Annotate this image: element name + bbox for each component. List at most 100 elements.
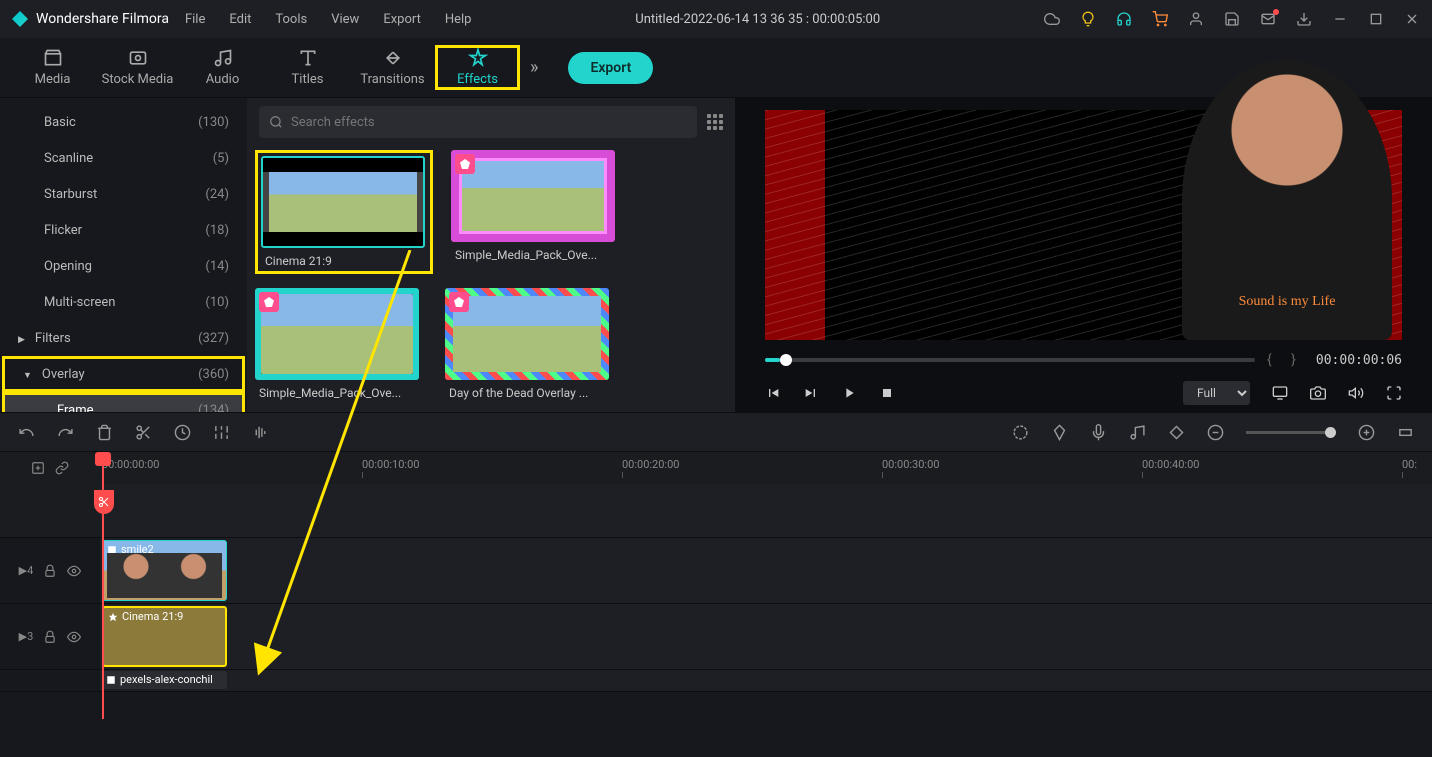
ruler-head	[0, 452, 100, 484]
zoom-out-icon[interactable]	[1207, 424, 1224, 441]
scrub-bar[interactable]	[765, 358, 1255, 362]
search-row	[247, 98, 735, 146]
tab-transitions[interactable]: Transitions	[350, 48, 435, 87]
sidebar-item-overlay[interactable]: ▼Overlay(360)	[2, 356, 245, 392]
sidebar-item-scanline[interactable]: Scanline(5)	[0, 140, 247, 176]
redo-icon[interactable]	[57, 424, 74, 441]
sidebar-item-basic[interactable]: Basic(130)	[0, 104, 247, 140]
clip-pexels[interactable]: pexels-alex-conchil	[102, 671, 227, 689]
clip-cinema-219[interactable]: Cinema 21:9	[102, 606, 227, 667]
clip-smile2[interactable]: smile2	[102, 540, 227, 601]
search-box[interactable]	[259, 106, 697, 138]
effects-browser: Cinema 21:9 Simple_Media_Pack_Ove... Sim…	[247, 98, 735, 412]
premium-icon	[259, 292, 279, 312]
display-icon[interactable]	[1272, 385, 1288, 401]
tab-effects[interactable]: Effects	[435, 45, 520, 90]
timeline-ruler[interactable]: 00:00:00:00 00:00:10:00 00:00:20:00 00:0…	[0, 452, 1432, 484]
lock-icon[interactable]	[43, 564, 57, 578]
effect-simple-media-2[interactable]: Simple_Media_Pack_Ove...	[255, 288, 427, 400]
sidebar-item-multiscreen[interactable]: Multi-screen(10)	[0, 284, 247, 320]
save-icon[interactable]	[1224, 11, 1240, 27]
sidebar-item-opening[interactable]: Opening(14)	[0, 248, 247, 284]
menu-help[interactable]: Help	[445, 12, 472, 27]
logo-icon	[12, 11, 28, 27]
mark-in-out-icon[interactable]: { }	[1267, 352, 1304, 368]
effect-simple-media-1[interactable]: Simple_Media_Pack_Ove...	[451, 150, 623, 274]
download-icon[interactable]	[1296, 11, 1312, 27]
zoom-slider[interactable]	[1246, 431, 1336, 434]
sidebar-item-filters[interactable]: ▶Filters(327)	[0, 320, 247, 356]
tab-titles[interactable]: Titles	[265, 48, 350, 87]
speed-icon[interactable]	[174, 424, 191, 441]
workspace: Basic(130) Scanline(5) Starburst(24) Fli…	[0, 98, 1432, 412]
audio-wave-icon[interactable]	[252, 424, 269, 441]
timeline: 00:00:00:00 00:00:10:00 00:00:20:00 00:0…	[0, 452, 1432, 719]
premium-icon	[449, 292, 469, 312]
menu-file[interactable]: File	[185, 12, 205, 27]
undo-icon[interactable]	[18, 424, 35, 441]
sidebar-item-flicker[interactable]: Flicker(18)	[0, 212, 247, 248]
close-icon[interactable]	[1404, 11, 1420, 27]
export-button[interactable]: Export	[568, 52, 653, 84]
preview-canvas[interactable]	[765, 110, 1402, 340]
zoom-in-icon[interactable]	[1358, 424, 1375, 441]
menu-view[interactable]: View	[331, 12, 359, 27]
render-icon[interactable]	[1012, 424, 1029, 441]
tab-media[interactable]: Media	[10, 48, 95, 87]
track-pexels[interactable]: pexels-alex-conchil	[0, 670, 1432, 692]
eye-icon[interactable]	[67, 630, 81, 644]
effect-day-of-dead[interactable]: Day of the Dead Overlay ...	[445, 288, 617, 400]
stop-icon[interactable]	[879, 385, 895, 401]
ruler-scale[interactable]: 00:00:00:00 00:00:10:00 00:00:20:00 00:0…	[100, 452, 1432, 484]
sidebar-item-frame[interactable]: Frame(134)	[2, 392, 245, 412]
marker-icon[interactable]	[1051, 424, 1068, 441]
maximize-icon[interactable]	[1368, 11, 1384, 27]
track-4-head: ▶4	[0, 538, 100, 603]
menu-tools[interactable]: Tools	[275, 12, 307, 27]
grid-view-icon[interactable]	[707, 114, 723, 130]
adjust-icon[interactable]	[213, 424, 230, 441]
volume-icon[interactable]	[1348, 385, 1364, 401]
tab-audio[interactable]: Audio	[180, 48, 265, 87]
minimize-icon[interactable]	[1332, 11, 1348, 27]
menu-bar: File Edit Tools View Export Help	[185, 12, 472, 27]
play-icon[interactable]	[841, 385, 857, 401]
menu-edit[interactable]: Edit	[229, 12, 251, 27]
track-4[interactable]: ▶4 smile2	[0, 538, 1432, 604]
cloud-icon[interactable]	[1044, 11, 1060, 27]
more-tabs-icon[interactable]: »	[530, 57, 538, 78]
effect-cinema-219[interactable]: Cinema 21:9	[255, 150, 433, 274]
keyframe-icon[interactable]	[1168, 424, 1185, 441]
user-icon[interactable]	[1188, 11, 1204, 27]
headphones-icon[interactable]	[1116, 11, 1132, 27]
sidebar-item-starburst[interactable]: Starburst(24)	[0, 176, 247, 212]
link-icon[interactable]	[55, 461, 69, 475]
bulb-icon[interactable]	[1080, 11, 1096, 27]
snapshot-icon[interactable]	[1310, 385, 1326, 401]
app-logo: Wondershare Filmora	[12, 11, 169, 27]
search-input[interactable]	[291, 115, 687, 130]
next-frame-icon[interactable]	[803, 385, 819, 401]
lock-icon[interactable]	[43, 630, 57, 644]
fullscreen-icon[interactable]	[1386, 385, 1402, 401]
menu-export[interactable]: Export	[383, 12, 421, 27]
quality-select[interactable]: Full	[1183, 381, 1250, 405]
tab-stock-media[interactable]: Stock Media	[95, 48, 180, 87]
mic-icon[interactable]	[1090, 424, 1107, 441]
cut-icon[interactable]	[135, 424, 152, 441]
eye-icon[interactable]	[67, 564, 81, 578]
mail-icon[interactable]	[1260, 11, 1276, 27]
tracks: ▶4 smile2 ▶3 Cinema 21:9	[0, 484, 1432, 692]
document-title: Untitled-2022-06-14 13 36 35 : 00:00:05:…	[487, 12, 1028, 27]
music-icon[interactable]	[1129, 424, 1146, 441]
preview-subject	[1182, 60, 1392, 340]
add-track-icon[interactable]	[31, 461, 45, 475]
scrub-row: { } 00:00:00:06	[735, 346, 1432, 374]
cart-icon[interactable]	[1152, 11, 1168, 27]
playhead-scissors-icon[interactable]	[94, 490, 114, 514]
prev-frame-icon[interactable]	[765, 385, 781, 401]
fit-icon[interactable]	[1397, 424, 1414, 441]
delete-icon[interactable]	[96, 424, 113, 441]
main-tabs: Media Stock Media Audio Titles Transitio…	[0, 38, 1432, 98]
track-3[interactable]: ▶3 Cinema 21:9	[0, 604, 1432, 670]
